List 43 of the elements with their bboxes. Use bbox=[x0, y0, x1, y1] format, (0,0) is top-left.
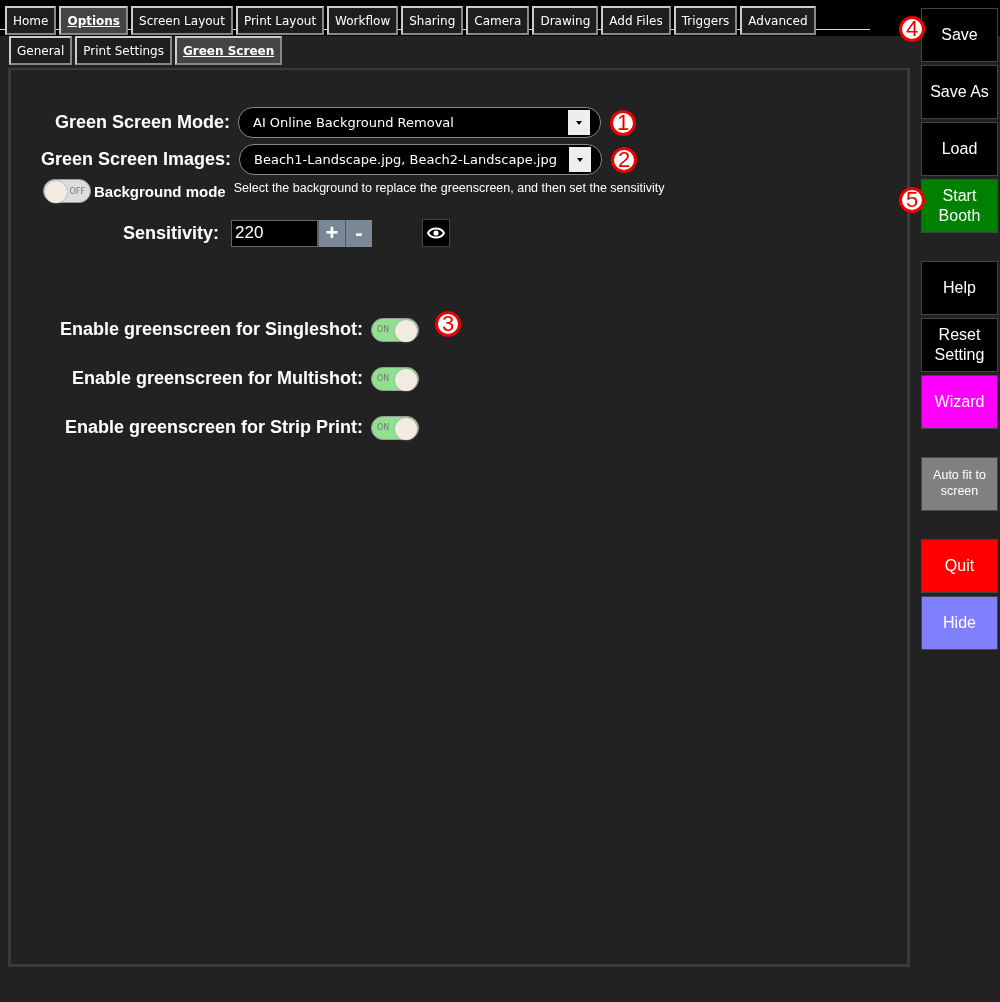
tab[interactable]: Sharing bbox=[401, 6, 464, 35]
eye-icon bbox=[427, 227, 445, 239]
sidebar-button[interactable]: Start Booth bbox=[921, 179, 998, 233]
hint-text: Select the background to replace the greenscreen, and then set the sensitivity bbox=[233, 181, 665, 195]
tab[interactable]: Camera bbox=[466, 6, 530, 35]
sidebar-button[interactable]: Help bbox=[921, 261, 998, 315]
number-badge: 5 bbox=[899, 187, 925, 213]
tab[interactable]: Print Settings bbox=[75, 36, 172, 65]
plus-button[interactable]: + bbox=[318, 219, 345, 247]
number-badge: 4 bbox=[899, 16, 925, 42]
sidebar-button[interactable]: Auto fit to screen bbox=[921, 457, 998, 511]
caret-icon bbox=[577, 157, 583, 162]
sidebar-button[interactable]: Save bbox=[921, 8, 998, 62]
toggle-switch[interactable]: OFF bbox=[43, 179, 91, 203]
sidebar-button[interactable]: Reset Setting bbox=[921, 318, 998, 372]
field-label: Enable greenscreen for Multishot: bbox=[70, 368, 364, 389]
field-label: Background mode bbox=[94, 182, 226, 200]
tab[interactable]: Screen Layout bbox=[131, 6, 233, 35]
minus-button[interactable]: - bbox=[345, 219, 372, 247]
sidebar-button[interactable]: Quit bbox=[921, 539, 998, 593]
caret-icon bbox=[576, 120, 582, 125]
input-field[interactable]: 220 bbox=[231, 219, 318, 247]
number-badge: 1 bbox=[610, 110, 636, 136]
field-label: Green Screen Mode: bbox=[53, 112, 231, 133]
tab[interactable]: Print Layout bbox=[235, 6, 325, 35]
preview-button[interactable] bbox=[422, 219, 450, 247]
tab[interactable]: Add Files bbox=[601, 6, 671, 35]
tab[interactable]: Drawing bbox=[532, 6, 599, 35]
sidebar-button[interactable]: Save As bbox=[921, 65, 998, 119]
field-label: Enable greenscreen for Singleshot: bbox=[58, 319, 364, 340]
field-label: Sensitivity: bbox=[121, 222, 220, 244]
tab[interactable]: Workflow bbox=[327, 6, 399, 35]
sidebar-button[interactable]: Load bbox=[921, 122, 998, 176]
field-label: Enable greenscreen for Strip Print: bbox=[63, 417, 364, 438]
tab[interactable]: Triggers bbox=[673, 6, 738, 35]
tab[interactable]: General bbox=[9, 36, 73, 65]
number-badge: 3 bbox=[435, 311, 461, 337]
tab[interactable]: Home bbox=[5, 6, 57, 35]
number-badge: 2 bbox=[611, 147, 637, 173]
field-label: Green Screen Images: bbox=[39, 149, 232, 170]
tab[interactable]: Advanced bbox=[740, 6, 816, 35]
tab[interactable]: Green Screen bbox=[174, 36, 283, 65]
tab[interactable]: Options bbox=[59, 6, 128, 35]
